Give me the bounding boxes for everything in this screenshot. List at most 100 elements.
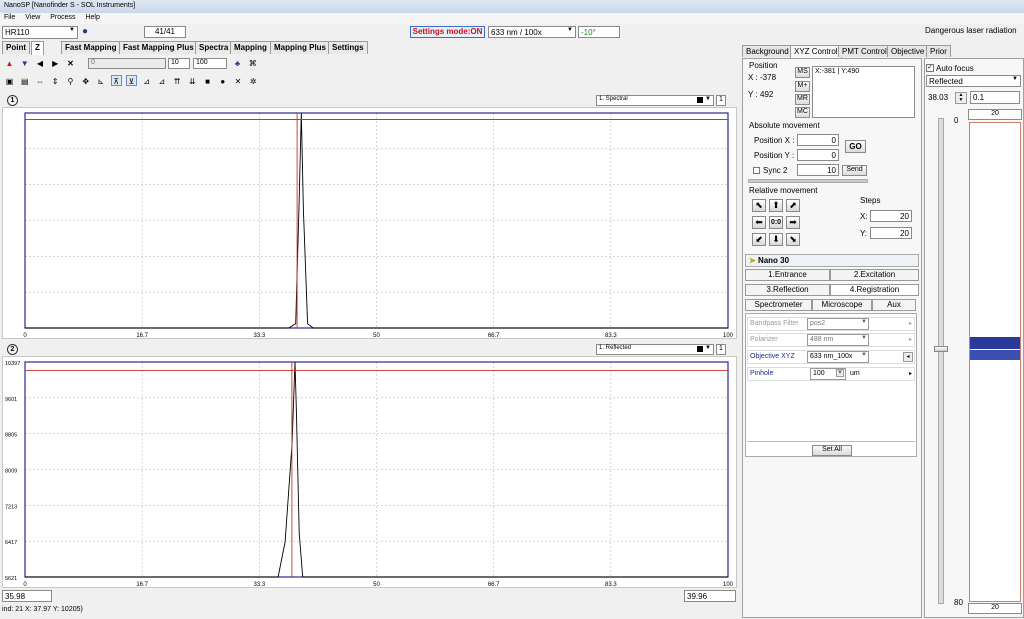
crossed-tool-icon[interactable]: ⌘: [247, 58, 258, 69]
bandpass-select[interactable]: pos2 ▼: [807, 318, 869, 330]
move-icon[interactable]: ✥: [80, 76, 91, 87]
arrow-up-icon[interactable]: ⬆: [769, 199, 783, 212]
tab-pmt-control[interactable]: PMT Control: [838, 45, 891, 57]
step-back-icon[interactable]: ◀: [34, 58, 45, 69]
plot2-count[interactable]: 1: [716, 344, 726, 355]
arrow-up-left-icon[interactable]: ⬉: [752, 199, 766, 212]
plot1-count[interactable]: 1: [716, 95, 726, 106]
memory-list[interactable]: X:-381 | Y:490: [812, 66, 915, 118]
arrow-down-icon[interactable]: ▼: [19, 58, 30, 69]
chevron-left-icon[interactable]: ◂: [903, 352, 913, 362]
laser-icon[interactable]: ♣: [232, 58, 243, 69]
device-select[interactable]: HR110 ▼: [2, 26, 78, 39]
objective-xyz-select[interactable]: 633 nm_100x ▼: [807, 351, 869, 363]
open-folder-icon[interactable]: ▤: [19, 76, 30, 87]
clear-icon[interactable]: ✕: [233, 76, 244, 87]
chevron-right-icon[interactable]: ▸: [909, 320, 912, 327]
steps-x-input[interactable]: 20: [870, 210, 912, 222]
range-end-field[interactable]: 39.96: [684, 590, 736, 602]
save-icon[interactable]: ▣: [4, 76, 15, 87]
position-x-input[interactable]: 0: [797, 134, 839, 146]
tab-aux[interactable]: Aux: [872, 299, 916, 311]
settings-icon[interactable]: ✲: [248, 76, 259, 87]
plot1-selector[interactable]: 1. Spectral ▼: [596, 95, 714, 106]
angle-field[interactable]: -10°: [578, 26, 620, 38]
focus-spin[interactable]: ▲ ▼: [955, 92, 967, 104]
end-field[interactable]: 100: [193, 58, 227, 69]
steps-y-input[interactable]: 20: [870, 227, 912, 239]
pan-vertical-icon[interactable]: ⇕: [50, 76, 61, 87]
arrow-down-icon[interactable]: ⬇: [769, 233, 783, 246]
send-button[interactable]: Send: [842, 165, 867, 176]
tab-microscope[interactable]: Microscope: [812, 299, 872, 311]
focus-mode-select[interactable]: Reflected ▼: [926, 75, 1021, 87]
memory-entry[interactable]: X:-381 | Y:490: [815, 68, 859, 75]
center-button[interactable]: 0:0: [769, 216, 783, 229]
tab-settings[interactable]: Settings: [328, 41, 368, 54]
arrow-up-icon[interactable]: ▲: [4, 58, 15, 69]
tab-xyz-control[interactable]: XYZ Control: [790, 45, 842, 58]
tab-z[interactable]: Z: [31, 41, 44, 55]
marker-add-icon[interactable]: ⇈: [172, 76, 183, 87]
tab-fast-mapping[interactable]: Fast Mapping: [61, 41, 121, 54]
menu-help[interactable]: Help: [81, 13, 103, 22]
tab-entrance[interactable]: 1.Entrance: [745, 269, 830, 281]
focus-slider-thumb[interactable]: [934, 346, 948, 352]
step-forward-icon[interactable]: ▶: [50, 58, 61, 69]
chevron-right-icon[interactable]: ▸: [909, 370, 912, 377]
peak-right-icon[interactable]: ⊿: [156, 76, 167, 87]
camera-icon[interactable]: ●: [82, 26, 94, 38]
tab-fast-mapping-plus[interactable]: Fast Mapping Plus: [119, 41, 198, 54]
square-icon[interactable]: ■: [202, 76, 213, 87]
laser-objective-select[interactable]: 633 nm / 100x ▼: [488, 26, 576, 38]
memory-clear-button[interactable]: MC: [795, 107, 810, 118]
plot2-chart[interactable]: 0 16.7 33.3 50 66.7 83.3 100 10397 9601 8805 8009 7…: [3, 357, 738, 589]
menu-file[interactable]: File: [0, 13, 19, 22]
settings-mode-button[interactable]: Settings mode:ON: [410, 26, 485, 38]
start-field[interactable]: 10: [168, 58, 190, 69]
set-all-button[interactable]: Set All: [812, 445, 852, 456]
menu-process[interactable]: Process: [46, 13, 79, 22]
tab-objective[interactable]: Objective: [887, 45, 929, 57]
axis-scale-icon[interactable]: ⊾: [95, 76, 106, 87]
go-button[interactable]: GO: [845, 140, 866, 153]
arrow-up-right-icon[interactable]: ⬈: [786, 199, 800, 212]
peak-left-icon[interactable]: ⊿: [141, 76, 152, 87]
arrow-left-icon[interactable]: ⬅: [752, 216, 766, 229]
polarizer-select[interactable]: 488 nm ▼: [807, 334, 869, 346]
arrow-down-right-icon[interactable]: ⬊: [786, 233, 800, 246]
autoscale-x-icon[interactable]: ⊻: [125, 75, 137, 86]
marker-remove-icon[interactable]: ⇊: [187, 76, 198, 87]
chevron-right-icon[interactable]: ▸: [909, 336, 912, 343]
plot2-selector[interactable]: 1. Reflected ▼: [596, 344, 714, 355]
menu-view[interactable]: View: [21, 13, 44, 22]
autofocus-checkbox[interactable]: ✓: [926, 64, 934, 72]
memory-recall-button[interactable]: MR: [795, 94, 810, 105]
pinhole-input[interactable]: 100 ▼: [810, 368, 846, 380]
tab-reflection[interactable]: 3.Reflection: [745, 284, 830, 296]
position-y-input[interactable]: 0: [797, 149, 839, 161]
focus-step-input[interactable]: 0.1: [970, 91, 1020, 104]
autoscale-y-icon[interactable]: ⊼: [110, 75, 122, 86]
range-start-field[interactable]: 35.98: [2, 590, 52, 602]
focus-slider-track[interactable]: [938, 118, 944, 604]
memory-save-button[interactable]: MS: [795, 67, 810, 78]
tab-background[interactable]: Background: [742, 45, 793, 57]
plot1-chart[interactable]: 0 16.7 33.3 50 66.7 83.3 100: [3, 108, 738, 340]
tab-mapping[interactable]: Mapping: [230, 41, 271, 54]
arrow-down-left-icon[interactable]: ⬋: [752, 233, 766, 246]
stop-icon[interactable]: ✕: [65, 58, 76, 69]
arrow-right-icon[interactable]: ➡: [786, 216, 800, 229]
pan-horizontal-icon[interactable]: ⇔: [34, 76, 45, 87]
tab-spectrometer[interactable]: Spectrometer: [745, 299, 812, 311]
progress-slider[interactable]: 0: [88, 58, 166, 69]
tab-spectra[interactable]: Spectra: [195, 41, 233, 54]
tab-point[interactable]: Point: [2, 41, 30, 54]
chevron-down-icon[interactable]: ▼: [836, 369, 844, 377]
tab-excitation[interactable]: 2.Excitation: [830, 269, 919, 281]
sync-input[interactable]: 10: [797, 164, 839, 176]
memory-add-button[interactable]: M+: [795, 81, 810, 92]
sync-checkbox[interactable]: [753, 167, 760, 174]
tab-registration[interactable]: 4.Registration: [830, 284, 919, 296]
record-icon[interactable]: ●: [217, 76, 228, 87]
